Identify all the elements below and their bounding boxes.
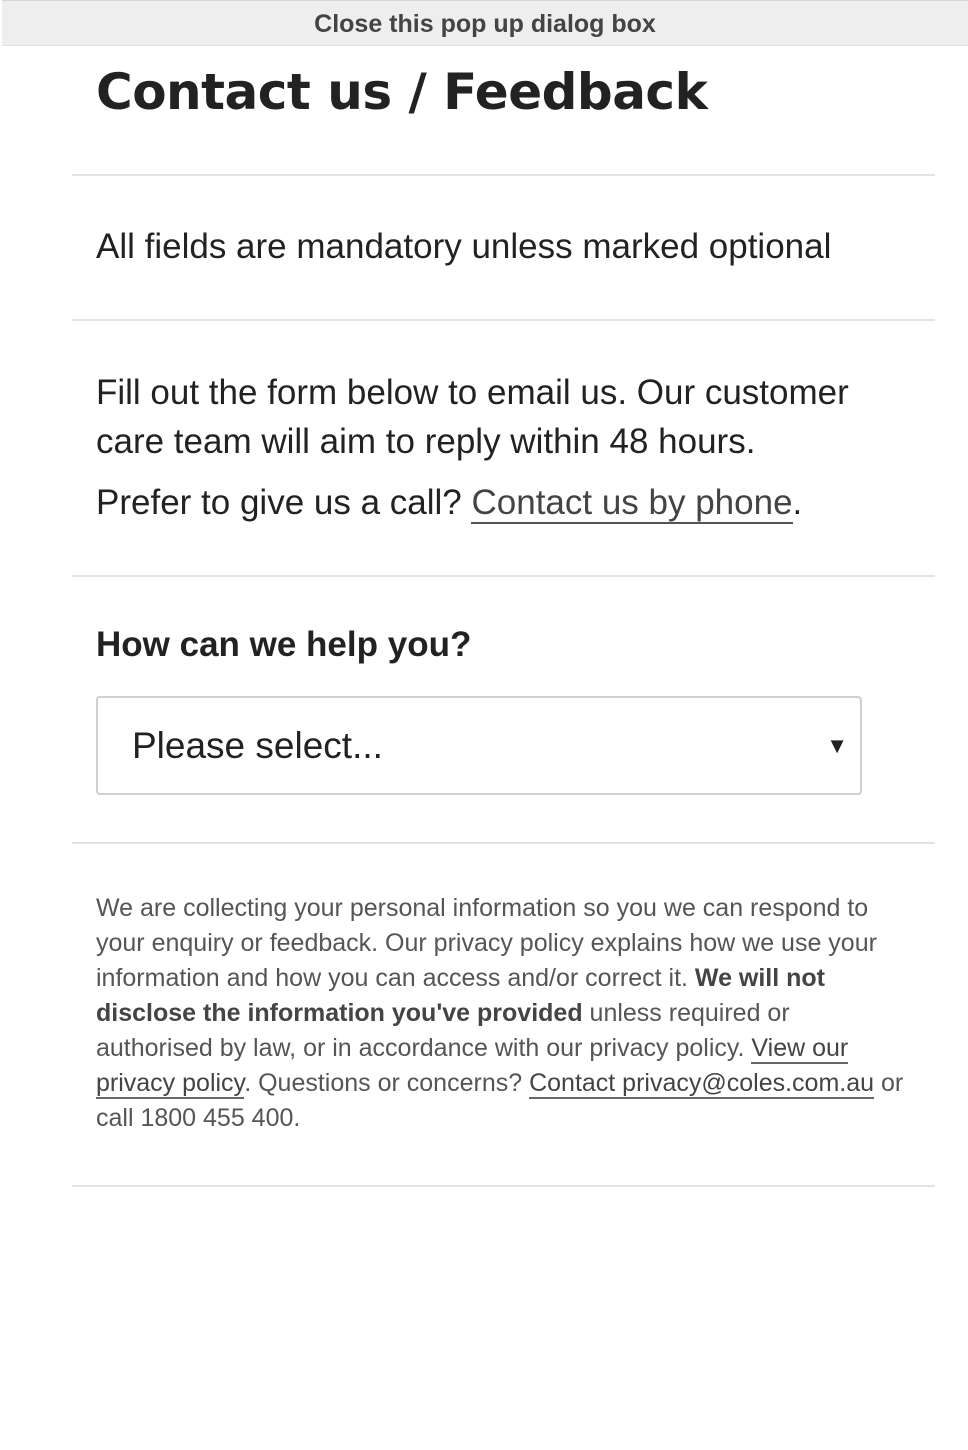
close-dialog-button[interactable]: Close this pop up dialog box (2, 0, 968, 46)
phone-line: Prefer to give us a call? Contact us by … (96, 478, 802, 527)
divider (72, 1185, 935, 1187)
phone-prompt: Prefer to give us a call? (96, 483, 462, 522)
help-heading: How can we help you? (96, 625, 472, 664)
divider (72, 174, 935, 176)
help-topic-select[interactable]: Please select... ▼ (96, 696, 862, 795)
divider (72, 575, 935, 577)
contact-by-phone-link[interactable]: Contact us by phone (471, 483, 793, 524)
privacy-notice: We are collecting your personal informat… (96, 891, 910, 1136)
divider (72, 842, 935, 844)
privacy-email-link[interactable]: Contact privacy@coles.com.au (529, 1069, 875, 1099)
privacy-text: . Questions or concerns? (244, 1069, 530, 1097)
mandatory-note: All fields are mandatory unless marked o… (96, 227, 832, 266)
intro-text: Fill out the form below to email us. Our… (96, 373, 849, 461)
help-topic-selected-value: Please select... (132, 725, 383, 766)
divider (72, 319, 935, 321)
phone-suffix: . (792, 483, 803, 522)
page-title: Contact us / Feedback (96, 63, 708, 121)
caret-down-icon: ▼ (826, 733, 848, 758)
